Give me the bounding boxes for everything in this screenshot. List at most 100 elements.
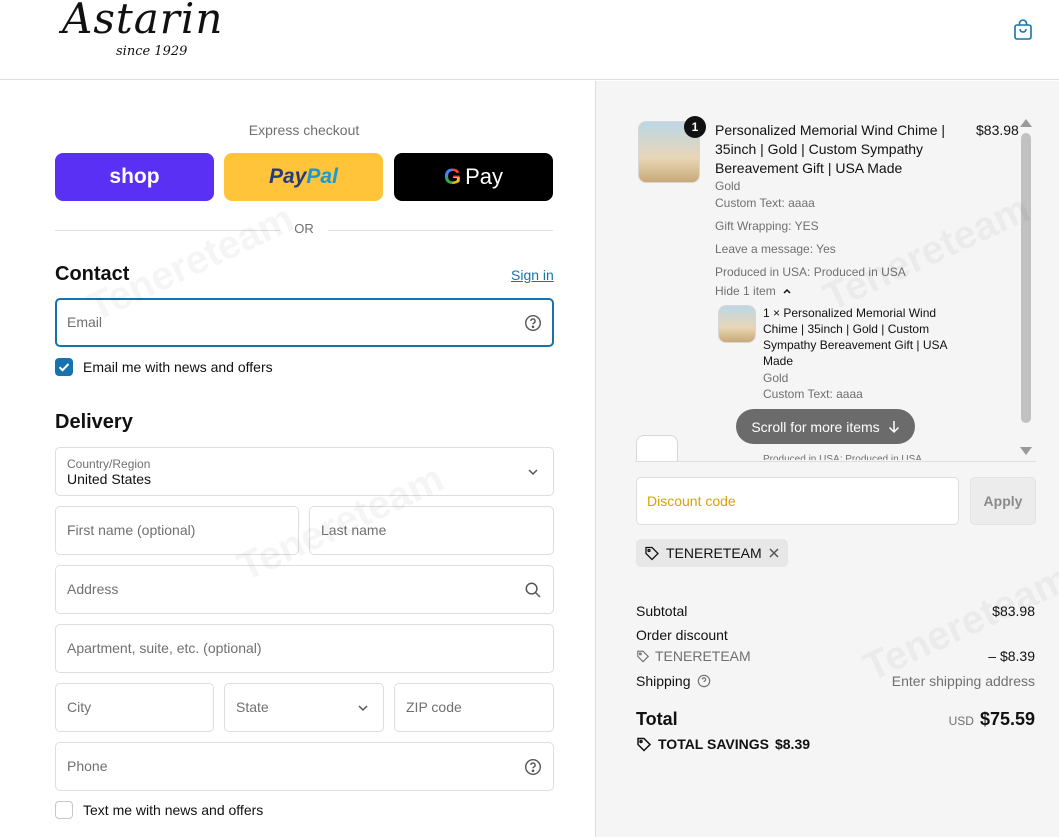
zip-field[interactable]: ZIP code — [394, 683, 554, 732]
scroll-up-arrow[interactable] — [1020, 119, 1032, 127]
total-label: Total — [636, 709, 678, 729]
phone-field[interactable]: Phone — [55, 742, 554, 791]
currency-code: USD — [948, 714, 974, 728]
help-circle-icon[interactable] — [524, 314, 542, 332]
quantity-badge: 1 — [684, 116, 706, 138]
checkout-form: Express checkout shop Pay Pal G Pay OR Con… — [0, 81, 595, 837]
chevron-up-icon — [783, 288, 791, 294]
google-pay-label: Pay — [465, 164, 504, 189]
last-name-field[interactable]: Last name — [309, 506, 554, 555]
arrow-down-icon — [888, 420, 899, 433]
applied-code-chip: TENERETEAM — [636, 539, 788, 567]
tag-icon — [637, 737, 652, 752]
leave-message: Leave a message: Yes — [715, 242, 836, 256]
total-amount: USD $75.59 — [949, 709, 1035, 730]
gift-wrapping: Gift Wrapping: YES — [715, 219, 819, 233]
sms-news-checkbox[interactable] — [55, 801, 73, 819]
subtotal-label: Subtotal — [636, 603, 688, 619]
sign-in-link[interactable]: Sign in — [511, 267, 554, 283]
country-label: Country/Region — [67, 457, 151, 471]
shipping-row: Shipping — [636, 673, 711, 689]
discount-code-row: TENERETEAM — [636, 648, 751, 664]
discount-code-field[interactable]: Discount code — [636, 477, 959, 525]
chevron-down-icon — [358, 705, 368, 712]
sms-news-label: Text me with news and offers — [83, 802, 264, 818]
savings-label: TOTAL SAVINGS — [658, 736, 769, 752]
watermark: Tenereteam — [857, 556, 1059, 690]
sub-item-produced: Produced in USA: Produced in USA — [763, 454, 922, 460]
email-placeholder: Email — [67, 314, 103, 330]
hide-items-label: Hide 1 item — [715, 284, 776, 298]
discount-value: – $8.39 — [988, 648, 1035, 664]
last-name-placeholder: Last name — [321, 522, 387, 538]
order-discount-label: Order discount — [636, 627, 728, 643]
product-variant: Gold — [715, 179, 741, 193]
city-placeholder: City — [67, 699, 92, 715]
google-pay-button[interactable]: G Pay — [394, 153, 553, 201]
applied-code: TENERETEAM — [666, 545, 762, 561]
paypal-label-a: Pay — [269, 165, 307, 188]
items-divider — [636, 461, 1036, 462]
logo-text: Astarin — [62, 0, 224, 43]
sub-item-custom: Custom Text: aaaa — [763, 387, 863, 401]
next-item-image — [636, 435, 678, 461]
brand-logo[interactable]: Astarin since 1929 — [54, 0, 264, 64]
sub-item-title: 1 × Personalized Memorial Wind Chime | 3… — [763, 306, 947, 368]
contact-heading: Contact — [55, 263, 130, 285]
product-title: Personalized Memorial Wind Chime | 35inc… — [715, 122, 946, 176]
city-field[interactable]: City — [55, 683, 214, 732]
address-placeholder: Address — [67, 581, 119, 597]
express-checkout-label: Express checkout — [248, 122, 360, 138]
or-divider: OR — [55, 221, 553, 239]
search-icon — [525, 582, 541, 598]
apply-button[interactable]: Apply — [970, 477, 1036, 525]
shop-pay-button[interactable]: shop — [55, 153, 214, 201]
checkmark-icon — [58, 363, 70, 372]
discount-placeholder: Discount code — [647, 493, 736, 509]
email-news-checkbox[interactable] — [55, 358, 73, 376]
paypal-button[interactable]: Pay Pal — [224, 153, 383, 201]
zip-placeholder: ZIP code — [406, 699, 462, 715]
scroll-more-button[interactable]: Scroll for more items — [736, 409, 915, 444]
help-circle-icon[interactable] — [524, 758, 542, 776]
help-circle-icon[interactable] — [697, 674, 711, 688]
sub-item-image — [718, 305, 756, 343]
google-g-icon: G — [443, 164, 462, 189]
scroll-more-label: Scroll for more items — [751, 418, 880, 435]
discount-code-name: TENERETEAM — [655, 648, 751, 664]
hide-items-toggle[interactable]: Hide 1 item — [715, 284, 792, 298]
custom-text: Custom Text: aaaa — [715, 196, 815, 210]
close-icon[interactable] — [768, 547, 780, 559]
address-field[interactable]: Address — [55, 565, 554, 614]
email-news-label: Email me with news and offers — [83, 359, 273, 375]
country-value: United States — [67, 471, 152, 487]
subtotal-value: $83.98 — [992, 603, 1035, 619]
scroll-down-arrow[interactable] — [1020, 447, 1032, 455]
total-value: $75.59 — [979, 709, 1035, 729]
shipping-value: Enter shipping address — [891, 673, 1035, 689]
tag-icon — [637, 650, 650, 663]
produced-in: Produced in USA: Produced in USA — [715, 265, 906, 279]
watermark: Tenereteam — [817, 186, 1037, 320]
first-name-placeholder: First name (optional) — [67, 522, 196, 538]
paypal-label-b: Pal — [306, 165, 338, 188]
tag-icon — [645, 546, 659, 561]
shopping-bag-icon[interactable] — [1011, 18, 1035, 42]
state-select[interactable]: State — [224, 683, 384, 732]
savings-value: $8.39 — [774, 736, 811, 752]
chevron-down-icon — [528, 469, 538, 476]
email-field[interactable]: Email — [55, 298, 554, 347]
total-savings: TOTAL SAVINGS $8.39 — [636, 736, 810, 752]
state-placeholder: State — [236, 699, 269, 715]
apartment-placeholder: Apartment, suite, etc. (optional) — [67, 640, 262, 656]
delivery-heading: Delivery — [55, 411, 133, 433]
or-text: OR — [294, 221, 314, 236]
apartment-field[interactable]: Apartment, suite, etc. (optional) — [55, 624, 554, 673]
shipping-label: Shipping — [636, 673, 691, 689]
product-price: $83.98 — [976, 122, 1019, 138]
order-summary: 1 Personalized Memorial Wind Chime | 35i… — [595, 81, 1059, 837]
country-select[interactable]: Country/Region United States — [55, 447, 554, 496]
scrollbar-thumb[interactable] — [1021, 133, 1031, 423]
first-name-field[interactable]: First name (optional) — [55, 506, 299, 555]
shop-pay-label: shop — [109, 165, 160, 188]
